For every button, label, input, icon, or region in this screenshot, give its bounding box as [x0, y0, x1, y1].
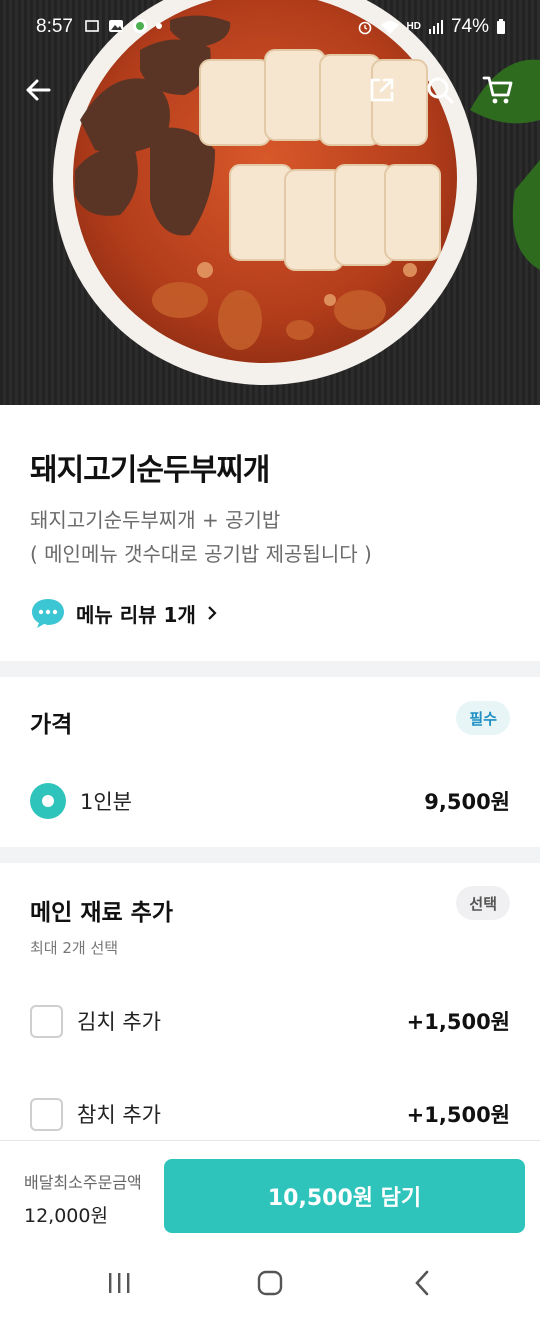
recent-apps-button[interactable]: [99, 1267, 139, 1299]
share-icon: [370, 78, 394, 102]
system-back-icon: [415, 1270, 429, 1296]
section-divider: [0, 847, 540, 863]
min-order-label: 배달최소주문금액: [24, 1173, 142, 1192]
order-bar: 배달최소주문금액 12,000원 10,500원 담기: [0, 1140, 540, 1245]
search-button[interactable]: [420, 70, 460, 110]
stew-photo: [53, 0, 540, 385]
addon-option-label: 참치 추가: [77, 1103, 161, 1127]
alarm-icon: [358, 21, 371, 35]
more-notifications-dot-icon: [156, 23, 162, 29]
back-arrow-icon: [26, 79, 51, 101]
signal-icon: [428, 20, 443, 34]
price-option-label: 1인분: [80, 790, 133, 814]
menu-title: 돼지고기순두부찌개: [30, 453, 270, 488]
home-icon: [257, 1270, 283, 1296]
system-navigation-bar: [0, 1245, 540, 1320]
add-to-cart-button[interactable]: 10,500원 담기: [164, 1159, 525, 1233]
wifi-icon: [380, 21, 399, 34]
radio-selected[interactable]: [30, 783, 66, 819]
system-back-button[interactable]: [402, 1267, 442, 1299]
section-divider: [0, 661, 540, 677]
required-badge: 필수: [456, 701, 510, 735]
menu-description-line1: 돼지고기순두부찌개 + 공기밥: [30, 508, 281, 532]
price-section: 가격 필수 1인분 9,500원: [0, 677, 540, 847]
menu-description-line2: ( 메인메뉴 갯수대로 공기밥 제공됩니다 ): [30, 542, 372, 566]
share-button[interactable]: [362, 70, 402, 110]
addon-option-price: +1,500원: [406, 1103, 510, 1127]
cart-button[interactable]: [478, 70, 518, 110]
battery-percent: 74%: [450, 16, 489, 37]
volte-hd-label: HD: [406, 21, 421, 32]
app-notification-icon: [133, 19, 147, 33]
addon-option-label: 김치 추가: [77, 1010, 161, 1034]
price-option-price: 9,500원: [424, 790, 510, 814]
screenshot-icon: [85, 20, 99, 32]
recent-apps-icon: [109, 1273, 130, 1293]
status-notification-icons: [84, 18, 162, 34]
chevron-right-icon: [208, 606, 217, 620]
cart-icon: [482, 76, 513, 104]
addon-max-hint: 최대 2개 선택: [30, 939, 119, 957]
review-count-label: 메뉴 리뷰 1개: [76, 602, 196, 627]
checkbox-unchecked[interactable]: [30, 1097, 63, 1131]
battery-icon: [497, 19, 505, 34]
checkbox-unchecked[interactable]: [30, 1004, 63, 1038]
menu-info-section: 돼지고기순두부찌개 돼지고기순두부찌개 + 공기밥 ( 메인메뉴 갯수대로 공기…: [0, 405, 540, 661]
optional-badge: 선택: [456, 886, 510, 920]
addon-option-row[interactable]: 참치 추가 +1,500원: [30, 1094, 510, 1134]
radio-dot: [42, 795, 54, 807]
addon-section: 메인 재료 추가 선택 최대 2개 선택 김치 추가 +1,500원 참치 추가…: [0, 863, 540, 1140]
addon-option-price: +1,500원: [406, 1010, 510, 1034]
home-button[interactable]: [250, 1267, 290, 1299]
price-option-row[interactable]: 1인분 9,500원: [30, 781, 510, 821]
menu-description: 돼지고기순두부찌개 + 공기밥 ( 메인메뉴 갯수대로 공기밥 제공됩니다 ): [30, 503, 372, 571]
min-order-value: 12,000원: [24, 1205, 108, 1227]
chat-bubble-icon: [32, 599, 64, 628]
addon-section-title: 메인 재료 추가: [30, 900, 173, 926]
status-system-icons: HD 74%: [357, 16, 506, 38]
status-time: 8:57: [36, 16, 73, 37]
gallery-icon: [109, 20, 123, 32]
addon-option-row[interactable]: 김치 추가 +1,500원: [30, 1001, 510, 1041]
price-section-title: 가격: [30, 712, 73, 738]
status-bar: 8:57 HD 74%: [0, 0, 540, 56]
back-button[interactable]: [18, 70, 58, 110]
menu-review-link[interactable]: 메뉴 리뷰 1개: [30, 597, 218, 629]
menu-hero-image: [0, 0, 540, 405]
search-icon: [427, 77, 454, 104]
